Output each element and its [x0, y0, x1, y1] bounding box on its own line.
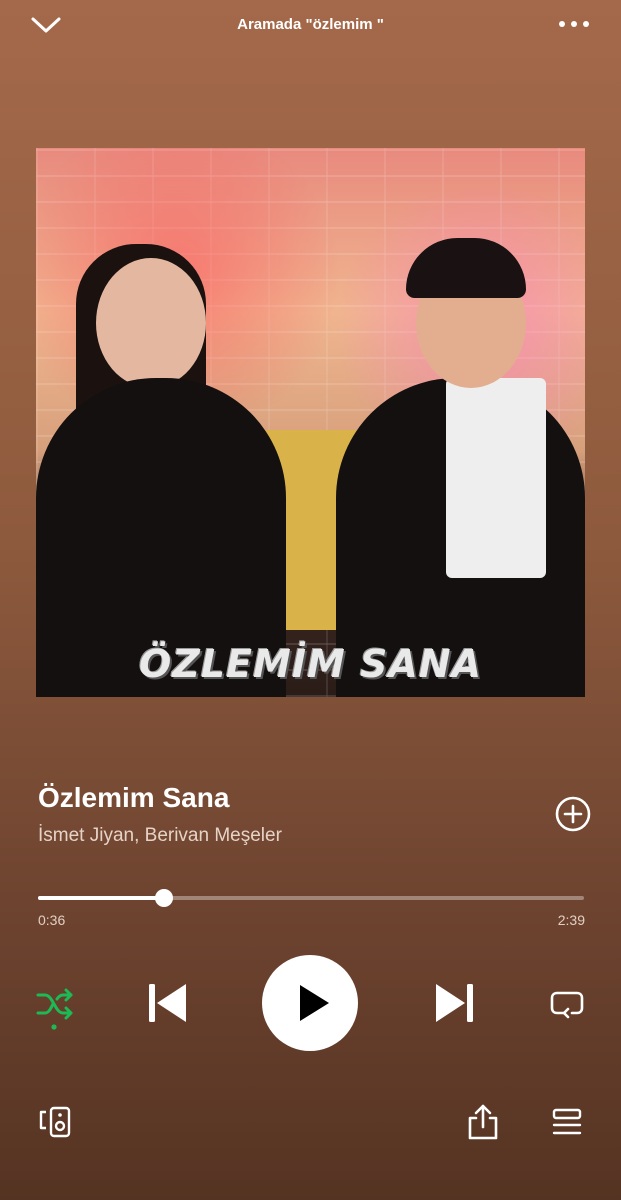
play-icon: [300, 985, 329, 1021]
more-horizontal-icon[interactable]: [557, 16, 591, 32]
add-circle-icon[interactable]: [554, 795, 592, 833]
playing-context-title: Aramada "özlemim ": [237, 16, 384, 33]
progress-handle[interactable]: [154, 889, 173, 907]
total-time: 2:39: [557, 912, 585, 928]
skip-previous-icon[interactable]: [144, 980, 190, 1026]
top-bar: Aramada "özlemim ": [0, 0, 621, 50]
repeat-icon[interactable]: [548, 985, 586, 1023]
play-button[interactable]: [262, 955, 358, 1051]
progress-fill: [38, 896, 164, 900]
progress-bar[interactable]: [38, 889, 584, 907]
album-artwork: ÖZLEMİM SANA: [36, 148, 585, 697]
elapsed-time: 0:36: [38, 912, 66, 928]
song-title[interactable]: Özlemim Sana: [38, 782, 229, 814]
devices-icon[interactable]: [37, 1104, 73, 1140]
queue-icon[interactable]: [551, 1106, 583, 1138]
shuffle-icon[interactable]: [35, 983, 75, 1033]
artwork-caption: ÖZLEMİM SANA: [138, 642, 482, 686]
skip-next-icon[interactable]: [432, 980, 478, 1026]
share-icon[interactable]: [466, 1102, 500, 1142]
song-artists[interactable]: İsmet Jiyan, Berivan Meşeler: [38, 825, 282, 847]
